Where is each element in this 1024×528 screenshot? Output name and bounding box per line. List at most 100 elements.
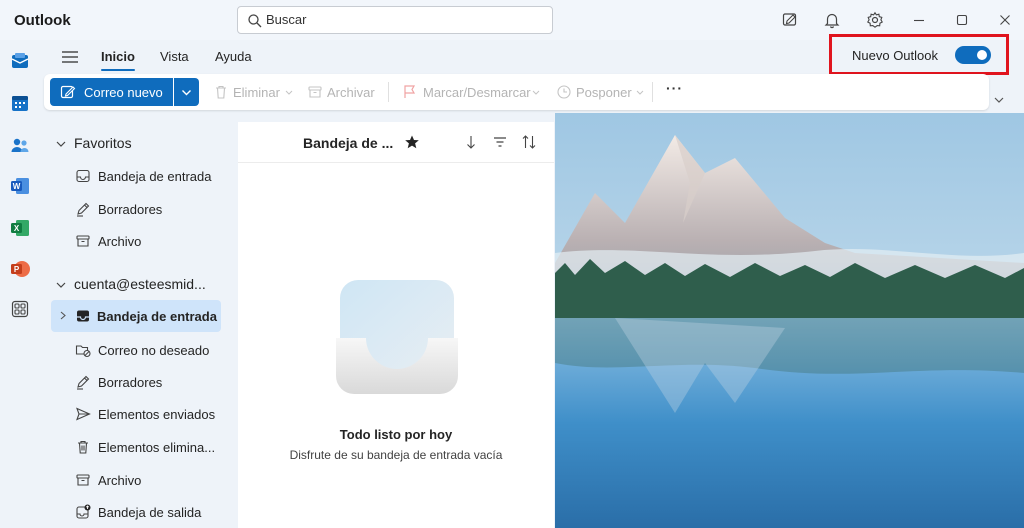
toggle-knob [977,50,987,60]
minimize-icon[interactable] [910,11,928,29]
search-input[interactable] [266,12,536,27]
chevron-down-icon [532,90,540,95]
settings-gear-icon[interactable] [866,11,884,29]
chevron-down-icon [636,90,644,95]
svg-text:W: W [13,182,21,191]
favorite-archive[interactable]: Archivo [51,225,221,257]
rail-word[interactable]: W [9,175,31,197]
new-mail-label: Correo nuevo [84,85,163,100]
calendar-icon [12,96,28,111]
star-icon[interactable] [404,134,420,150]
favorites-label: Favoritos [74,135,132,151]
chevron-down-icon [285,90,293,95]
folder-outbox[interactable]: Bandeja de salida [51,496,221,528]
new-mail-button[interactable]: Correo nuevo [50,78,173,106]
new-outlook-toggle[interactable] [955,46,991,64]
inbox-icon [76,169,90,183]
empty-inbox-icon [336,280,458,394]
separator [652,82,653,102]
folder-label: Bandeja de salida [98,505,202,520]
folder-label: Archivo [98,234,142,249]
folder-pane: Favoritos Bandeja de entrada Borradores … [42,122,238,528]
new-outlook-label: Nuevo Outlook [852,48,938,63]
inbox-icon [77,310,89,322]
empty-state-subtitle: Disfrute de su bandeja de entrada vacía [289,448,503,462]
rail-people[interactable] [9,134,31,156]
mail-icon [11,53,29,68]
rail-apps[interactable] [9,298,31,320]
folder-drafts[interactable]: Borradores [51,366,221,398]
chevron-down-icon [56,282,66,288]
outbox-icon [76,504,91,519]
account-label: cuenta@esteesmid... [74,276,206,292]
sort-direction-icon[interactable] [463,134,479,150]
trash-icon [216,85,226,99]
delete-button[interactable]: Eliminar [233,85,280,100]
archive-icon [76,474,90,486]
tab-ayuda[interactable]: Ayuda [215,49,252,64]
tab-vista[interactable]: Vista [160,49,189,64]
background-landscape [555,113,1024,528]
expand-ribbon-chevron-icon[interactable] [993,94,1005,106]
rail-powerpoint[interactable]: P [9,258,31,280]
separator [388,82,389,102]
compose-icon [60,85,76,99]
app-rail: W X P [0,40,40,528]
snooze-button[interactable]: Posponer [576,85,632,100]
archive-icon [76,235,90,247]
svg-text:P: P [14,265,20,274]
bell-icon[interactable] [823,11,841,29]
close-icon[interactable] [996,11,1014,29]
chevron-down-icon [56,141,66,147]
filter-icon[interactable] [492,134,508,150]
app-title: Outlook [14,12,71,29]
folder-label: Bandeja de entrada [97,309,217,324]
folder-label: Borradores [98,202,163,217]
command-bar: Correo nuevo Eliminar Archivar Marcar/De… [44,74,989,110]
people-icon [11,138,29,152]
chevron-down-icon [182,90,191,96]
search-icon [248,14,262,28]
favorite-drafts[interactable]: Borradores [51,193,221,225]
folder-label: Borradores [98,375,163,390]
archive-icon [308,86,322,98]
folder-junk[interactable]: Correo no deseado [51,334,221,366]
message-list-pane: Bandeja de ... Todo listo por hoy Disfru… [238,122,554,528]
send-icon [76,407,91,421]
maximize-icon[interactable] [953,11,971,29]
svg-text:X: X [14,224,20,233]
chevron-right-icon [60,311,66,320]
folder-archive[interactable]: Archivo [51,464,221,496]
rail-mail[interactable] [9,50,31,72]
flag-button[interactable]: Marcar/Desmarcar [423,85,531,100]
rail-calendar[interactable] [9,92,31,114]
folder-sent[interactable]: Elementos enviados [51,398,221,430]
search-box[interactable] [237,6,553,34]
powerpoint-icon: P [11,261,30,277]
divider [238,162,554,163]
flag-icon [404,85,416,98]
rail-excel[interactable]: X [9,217,31,239]
folder-label: Elementos elimina... [98,440,216,455]
folder-label: Bandeja de entrada [98,169,212,184]
excel-icon: X [11,220,29,236]
favorite-inbox[interactable]: Bandeja de entrada [51,160,221,192]
new-mail-dropdown[interactable] [174,78,199,106]
apps-icon [11,300,29,318]
clock-icon [557,85,571,99]
hamburger-menu-icon[interactable] [62,50,78,64]
word-icon: W [11,178,29,194]
notes-icon[interactable] [781,11,799,29]
folder-label: Archivo [98,473,142,488]
sort-icon[interactable] [521,134,537,150]
folder-inbox[interactable]: Bandeja de entrada [51,300,221,332]
archive-button[interactable]: Archivar [327,85,375,100]
more-options-button[interactable]: ··· [666,80,683,96]
tab-inicio[interactable]: Inicio [101,49,135,71]
folder-deleted[interactable]: Elementos elimina... [51,431,221,463]
pencil-icon [77,202,90,217]
trash-icon [78,440,88,454]
pencil-icon [77,375,90,390]
folder-label: Correo no deseado [98,343,210,358]
message-list-title: Bandeja de ... [303,135,394,151]
